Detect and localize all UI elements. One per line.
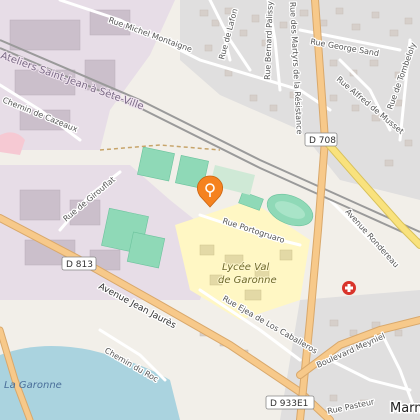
town-label: Marm <box>390 401 420 416</box>
hospital-cross-icon[interactable] <box>342 281 356 295</box>
map-viewport[interactable]: Rue Michel Montaigne Rue de Lafon Rue Be… <box>0 0 420 420</box>
svg-text:D 933E1: D 933E1 <box>270 399 308 409</box>
river-label: La Garonne <box>4 380 62 391</box>
school-label-line1: Lycée Val <box>222 261 269 273</box>
svg-text:D 708: D 708 <box>309 136 336 146</box>
route-shield-d933e1: D 933E1 <box>265 395 315 410</box>
route-shield-d708: D 708 <box>304 132 338 147</box>
school-label-line2: de Garonne <box>218 275 277 286</box>
map-canvas: Rue Michel Montaigne Rue de Lafon Rue Be… <box>0 0 420 420</box>
svg-text:D 813: D 813 <box>66 260 93 270</box>
route-shield-d813: D 813 <box>61 256 97 271</box>
